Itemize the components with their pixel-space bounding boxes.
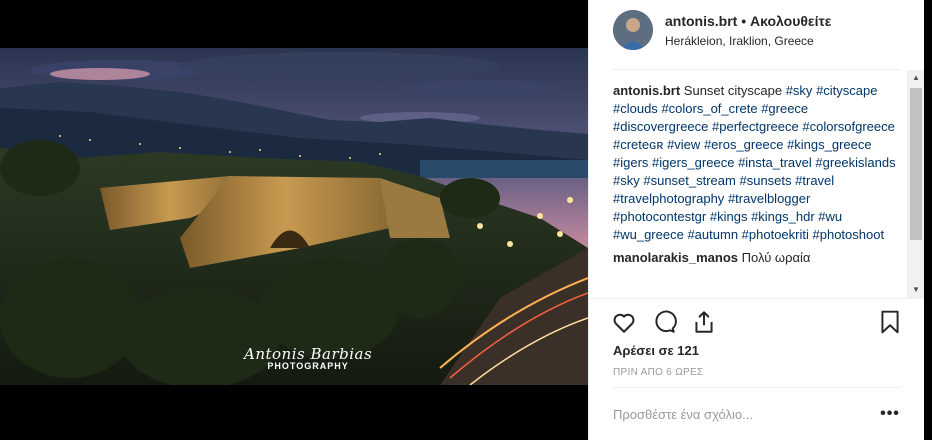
post-details-panel: antonis.brt • Ακολουθείτε Herákleion, Ir… — [588, 0, 925, 440]
scroll-up-arrow-icon[interactable]: ▲ — [907, 70, 925, 86]
hashtag-link[interactable]: #kings — [710, 209, 748, 224]
comment-username-link[interactable]: manolarakis_manos — [613, 250, 738, 265]
avatar[interactable] — [613, 10, 653, 50]
hashtag-link[interactable]: #sunset_stream — [643, 173, 736, 188]
caption-text: Sunset cityscape — [683, 83, 783, 98]
hashtag-link[interactable]: #creteɢʀ — [613, 137, 663, 152]
hashtag-link[interactable]: #discovergreece — [613, 119, 708, 134]
hashtag-link[interactable]: #sky — [786, 83, 813, 98]
hashtag-link[interactable]: #greekislands — [815, 155, 895, 170]
likes-count[interactable]: Αρέσει σε 121 — [613, 343, 699, 358]
comments-scrollbar[interactable]: ▲ ▼ — [907, 70, 925, 298]
header-separator: • — [741, 13, 747, 29]
add-comment-input[interactable] — [613, 404, 853, 424]
hashtag-link[interactable]: #igers — [613, 155, 648, 170]
window-edge — [924, 0, 932, 440]
hashtag-link[interactable]: #view — [667, 137, 700, 152]
hashtag-link[interactable]: #igers_greece — [652, 155, 734, 170]
add-comment-divider — [613, 387, 901, 388]
hashtag-link[interactable]: #photoekriti — [742, 227, 809, 242]
hashtag-link[interactable]: #eros_greece — [704, 137, 784, 152]
hashtag-link[interactable]: #photocontestgr — [613, 209, 706, 224]
save-button[interactable] — [877, 309, 903, 335]
comment-item: manolarakis_manos Πολύ ωραία — [613, 249, 905, 267]
post-photo[interactable] — [0, 48, 588, 385]
hashtag-link[interactable]: #travel — [795, 173, 834, 188]
avatar-photo — [613, 10, 653, 50]
following-button[interactable]: Ακολουθείτε — [750, 13, 831, 29]
hashtag-link[interactable]: #colorsofgreece — [802, 119, 895, 134]
hashtag-link[interactable]: #wu — [818, 209, 842, 224]
hashtag-link[interactable]: #autumn — [687, 227, 738, 242]
caption-hashtags: #sky #cityscape #clouds #colors_of_crete… — [613, 83, 896, 242]
header-divider — [613, 69, 901, 70]
bookmark-icon — [881, 310, 899, 334]
hashtag-link[interactable]: #travelphotography — [613, 191, 724, 206]
hashtag-link[interactable]: #insta_travel — [738, 155, 812, 170]
hashtag-link[interactable]: #travelblogger — [728, 191, 810, 206]
scroll-down-arrow-icon[interactable]: ▼ — [907, 282, 925, 298]
like-button[interactable] — [611, 309, 637, 335]
caption-username-link[interactable]: antonis.brt — [613, 83, 680, 98]
hashtag-link[interactable]: #kings_greece — [787, 137, 872, 152]
post-header-title: antonis.brt • Ακολουθείτε — [665, 13, 831, 29]
comment-bubble-icon — [655, 310, 677, 333]
hashtag-link[interactable]: #kings_hdr — [751, 209, 815, 224]
comment-text: Πολύ ωραία — [741, 250, 811, 265]
caption: antonis.brt Sunset cityscape #sky #citys… — [613, 82, 905, 244]
hashtag-link[interactable]: #clouds — [613, 101, 658, 116]
share-button[interactable] — [691, 309, 717, 335]
hashtag-link[interactable]: #sky — [613, 173, 640, 188]
scrollbar-thumb[interactable] — [910, 88, 922, 240]
post-location-link[interactable]: Herákleion, Iraklion, Greece — [665, 34, 814, 48]
photo-watermark: Antonis Barbias PHOTOGRAPHY — [244, 345, 372, 371]
hashtag-link[interactable]: #colors_of_crete — [661, 101, 757, 116]
action-bar — [589, 298, 925, 344]
share-icon — [695, 311, 713, 333]
hashtag-link[interactable]: #perfectgreece — [712, 119, 799, 134]
comments-list[interactable]: antonis.brt Sunset cityscape #sky #citys… — [613, 82, 905, 298]
post-photo-area: Antonis Barbias PHOTOGRAPHY — [0, 0, 588, 440]
hashtag-link[interactable]: #wu_greece — [613, 227, 684, 242]
hashtag-link[interactable]: #sunsets — [739, 173, 791, 188]
post-username-link[interactable]: antonis.brt — [665, 13, 737, 29]
hashtag-link[interactable]: #greece — [761, 101, 808, 116]
post-timestamp[interactable]: ΠΡΙΝ ΑΠΟ 6 ΩΡΕΣ — [613, 367, 703, 378]
hashtag-link[interactable]: #photoshoot — [813, 227, 885, 242]
sunset-cityscape-image — [0, 48, 588, 385]
post-header: antonis.brt • Ακολουθείτε Herákleion, Ir… — [589, 0, 925, 70]
comment-button[interactable] — [651, 309, 677, 335]
heart-icon — [613, 313, 635, 333]
more-options-icon[interactable]: ••• — [879, 404, 901, 424]
hashtag-link[interactable]: #cityscape — [816, 83, 877, 98]
